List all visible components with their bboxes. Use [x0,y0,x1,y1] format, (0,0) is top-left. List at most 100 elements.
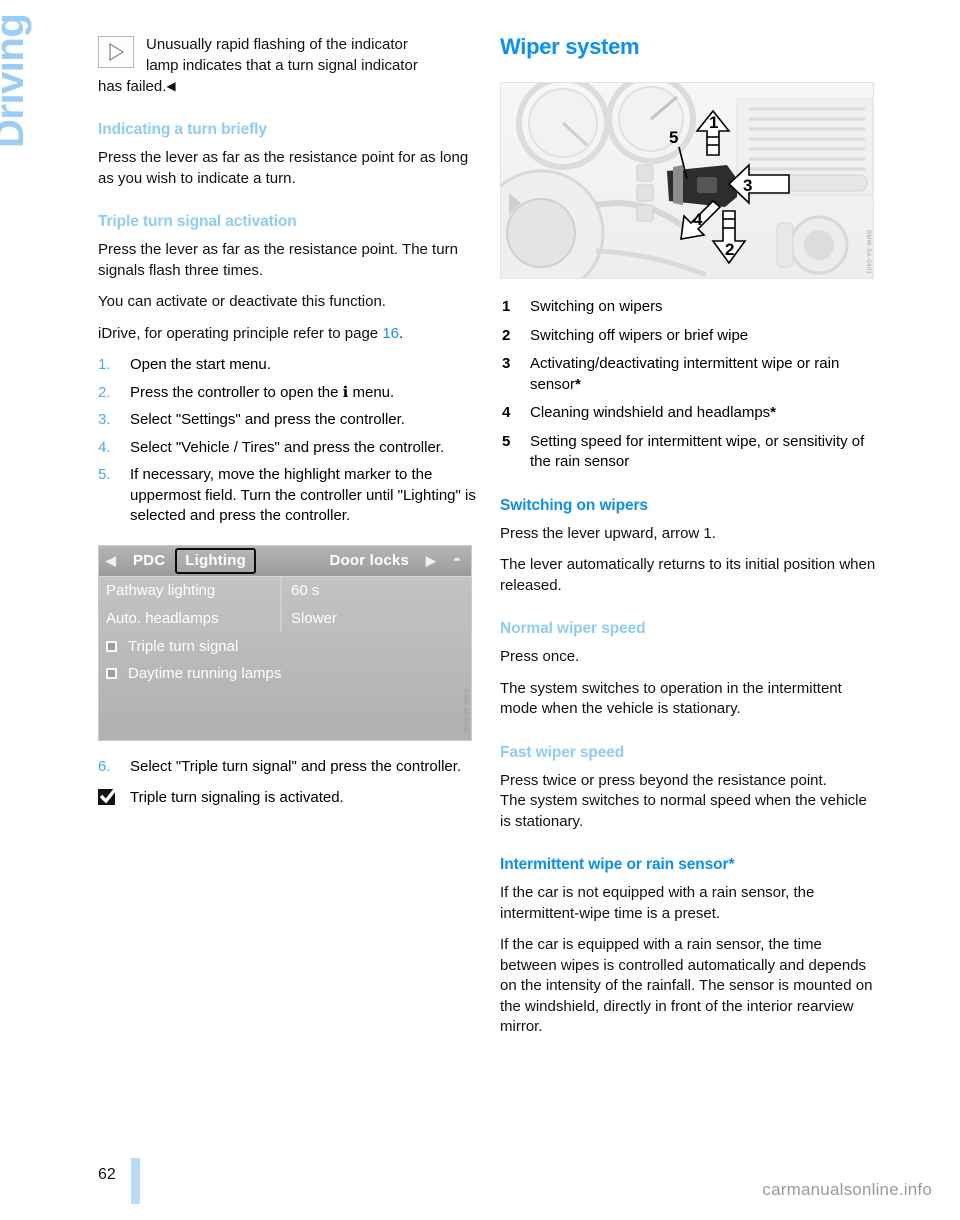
page-number: 62 [98,1166,116,1183]
paragraph-intermittent-2: If the car is equipped with a rain senso… [500,936,873,1035]
illustration-legend: 1 Switching on wipers 2 Switching off wipe… [500,297,878,473]
paragraph-intermittent-1: If the car is not equipped with a rain s… [500,884,815,922]
right-column: Wiper system 1 2 3 4 5 BMW-SA-0401 1 Swi… [500,34,878,1049]
idrive-tab-door-locks[interactable]: Door locks [319,552,419,569]
step-item-3: 3. Select "Settings" and press the contro… [98,410,476,431]
legend-item-4: 4 Cleaning windshield and headlamps* [500,403,878,424]
note-line-1: Unusually rapid flashing of the indicato… [146,36,408,53]
checkbox-icon [106,667,117,679]
idrive-lighting-menu-screenshot: ◀ PDC Lighting Door locks ▶ ◓ Pathway li… [98,544,472,741]
heading-fast-wiper-speed: Fast wiper speed [500,743,625,761]
step-item-4: 4. Select "Vehicle / Tires" and press the… [98,438,476,459]
idrive-checkbox-daytime-running-lamps[interactable]: Daytime running lamps [99,660,471,687]
left-column: Unusually rapid flashing of the indicato… [98,34,476,808]
legend-star: * [770,404,777,421]
manual-page: Driving Unusually rapid flashing of the … [0,0,960,1220]
step-text: Select "Triple turn signal" and press th… [130,757,462,775]
paragraph-switching-1: Press the lever upward, arrow 1. [500,524,716,542]
step-number: 2. [98,383,111,401]
note-line-3: has failed. [98,78,167,95]
legend-number: 4 [502,404,511,421]
idrive-tab-lighting[interactable]: Lighting [175,547,257,574]
step-text: If necessary, move the highlight marker … [130,466,476,524]
svg-text:5: 5 [669,128,678,147]
idrive-row-auto-headlamps[interactable]: Auto. headlamps Slower [99,604,471,633]
idrive-row-label: Pathway lighting [106,581,216,599]
legend-star: * [575,375,581,393]
step-number: 6. [98,757,111,775]
page-title: Wiper system [500,34,640,59]
legend-item-5: 5 Setting speed for intermittent wipe, or… [500,432,878,473]
idrive-tab-pdc[interactable]: PDC [123,552,175,569]
step-text: Select "Settings" and press the controll… [130,411,405,428]
idrive-ref-prefix: iDrive, for operating principle refer to… [98,324,383,342]
wiper-stalk-dashboard-illustration: 1 2 3 4 5 BMW-SA-0401 [500,82,874,279]
note-text: Unusually rapid flashing of the indicato… [98,34,476,97]
paragraph-idrive-ref: iDrive, for operating principle refer to… [98,324,476,345]
idrive-menu-body: Pathway lighting 60 s Auto. headlamps Sl… [99,576,471,740]
idrive-ref-suffix: . [399,324,404,342]
legend-item-3: 3 Activating/deactivating intermittent wi… [500,354,878,395]
heading-normal-wiper-speed: Normal wiper speed [500,620,646,637]
chapter-tab-driving: Driving [0,13,32,148]
legend-number: 3 [502,355,511,372]
page-reference-16[interactable]: 16 [382,325,399,342]
heading-intermittent-wipe: Intermittent wipe or rain sensor* [500,856,735,873]
paragraph-triple-1: Press the lever as far as the resistance… [98,241,458,279]
paragraph-normal-1: Press once. [500,648,580,665]
legend-number: 2 [502,326,511,344]
step-item-5: 5. If necessary, move the highlight marke… [98,465,476,527]
paragraph-switching-2: The lever automatically returns to its i… [500,556,876,594]
step-item-2: 2. Press the controller to open the ℹ men… [98,383,476,404]
legend-text: Cleaning windshield and headlamps [530,404,771,421]
checkbox-icon [106,640,117,652]
checked-checkbox-icon [98,786,119,805]
step-text: Open the start menu. [130,356,271,373]
note-block: Unusually rapid flashing of the indicato… [98,34,476,97]
paragraph-indicating-turn: Press the lever as far as the resistance… [98,149,469,187]
note-end-marker: ◀ [166,79,176,93]
svg-text:4: 4 [693,210,703,229]
idrive-row-value: Slower [280,604,471,632]
activated-status-line: Triple turn signaling is activated. [98,786,476,808]
legend-text: Switching off wipers or brief wipe [530,326,749,344]
step-text: Press the controller to open the ℹ menu. [130,383,395,401]
step-number: 1. [98,356,111,373]
legend-item-1: 1 Switching on wipers [500,297,878,318]
activated-text: Triple turn signaling is activated. [130,789,344,806]
idrive-row-label: Auto. headlamps [106,609,219,627]
step-number: 4. [98,438,111,456]
legend-number: 5 [502,432,511,450]
steps-list: 1. Open the start menu. 2. Press the contr… [98,355,476,527]
legend-item-2: 2 Switching off wipers or brief wipe [500,326,878,347]
heading-switching-on-wipers: Switching on wipers [500,496,648,514]
step-number: 5. [98,466,111,483]
step-item-6: 6. Select "Triple turn signal" and press … [98,757,476,778]
steps-list-continued: 6. Select "Triple turn signal" and press … [98,757,476,778]
paragraph-triple-2: You can activate or deactivate this func… [98,293,386,310]
legend-text: Switching on wipers [530,298,663,315]
updown-knob-icon[interactable]: ◓ [443,552,471,569]
chevron-left-icon[interactable]: ◀ [99,553,123,569]
play-triangle-icon [98,36,134,68]
chevron-right-icon[interactable]: ▶ [419,553,443,569]
paragraph-normal-2: The system switches to operation in the … [500,679,842,718]
idrive-row-pathway-lighting[interactable]: Pathway lighting 60 s [99,576,471,605]
legend-text: Setting speed for intermittent wipe, or … [530,432,865,471]
step-text: Select "Vehicle / Tires" and press the c… [130,438,445,456]
idrive-tab-bar: ◀ PDC Lighting Door locks ▶ ◓ [99,545,471,577]
idrive-checkbox-triple-turn-signal[interactable]: Triple turn signal [99,633,471,660]
legend-number: 1 [502,298,511,315]
svg-text:3: 3 [743,176,752,195]
heading-indicating-turn-briefly: Indicating a turn briefly [98,121,267,138]
paragraph-fast-1: Press twice or press beyond the resistan… [500,771,827,789]
illustration-svg: 1 2 3 4 5 [501,83,873,278]
svg-text:1: 1 [709,113,718,132]
idrive-checkbox-label: Triple turn signal [128,637,239,655]
note-line-2: lamp indicates that a turn signal indica… [146,57,418,74]
site-watermark: carmanualsonline.info [762,1180,932,1199]
step-item-1: 1. Open the start menu. [98,355,476,376]
idrive-row-value: 60 s [280,576,471,604]
svg-text:2: 2 [725,240,734,259]
illustration-watermark: BMW-SA-0401 [865,229,871,274]
